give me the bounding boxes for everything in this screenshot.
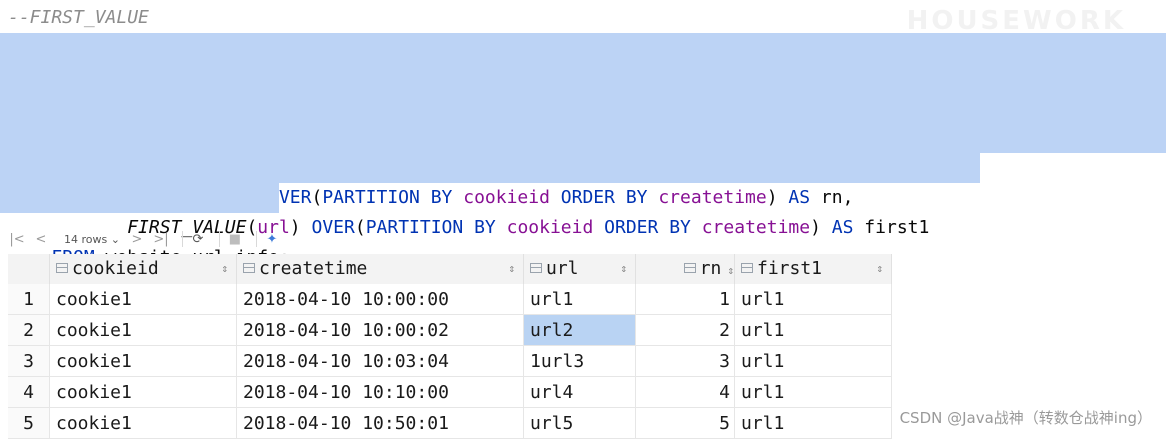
column-header-url[interactable]: url ⇕ [524,254,636,284]
sort-icon[interactable]: ⇕ [620,254,627,284]
cell-createtime[interactable]: 2018-04-10 10:10:00 [237,377,524,408]
cell-first1[interactable]: url1 [735,377,892,408]
sort-icon[interactable]: ⇕ [221,254,228,284]
cell-url[interactable]: url1 [524,284,636,315]
column-label: cookieid [72,258,159,279]
pin-icon[interactable]: ✦ [263,230,281,248]
cell-cookieid[interactable]: cookie1 [50,346,237,377]
results-toolbar: |< < 14 rows ⌄ > >| ⟳ ■ ✦ [8,224,1158,254]
column-icon [56,263,68,273]
cell-first1[interactable]: url1 [735,408,892,439]
cell-createtime[interactable]: 2018-04-10 10:50:01 [237,408,524,439]
column-label: rn [699,258,722,279]
cell-rn[interactable]: 4 [636,377,735,408]
first-page-icon[interactable]: |< [8,230,26,248]
cell-createtime[interactable]: 2018-04-10 10:00:00 [237,284,524,315]
row-number: 1 [8,284,50,315]
cell-first1[interactable]: url1 [735,315,892,346]
last-page-icon[interactable]: >| [152,230,170,248]
editor-watermark: HOUSEWORK [906,6,1126,36]
code-line-6[interactable]: FROM website_url_info; [0,183,290,268]
sql-editor[interactable]: HOUSEWORK --FIRST_VALUE SELECT cookieid,… [0,0,1166,268]
column-header-first1[interactable]: first1 ⇕ [735,254,892,284]
cell-url[interactable]: 1url3 [524,346,636,377]
rownum-header [8,254,50,284]
column-header-createtime[interactable]: createtime ⇕ [237,254,524,284]
column-header-cookieid[interactable]: cookieid ⇕ [50,254,237,284]
sort-icon[interactable]: ⇕ [508,254,515,284]
cell-cookieid[interactable]: cookie1 [50,284,237,315]
row-number: 2 [8,315,50,346]
row-number: 4 [8,377,50,408]
rows-count-label: 14 rows [64,232,108,246]
code-line-5[interactable]: FIRST_VALUE(url) OVER(PARTITION BY cooki… [0,153,980,238]
cell-cookieid[interactable]: cookie1 [50,408,237,439]
code-line-2[interactable]: createtime, [0,63,1166,148]
csdn-watermark: CSDN @Java战神（转数仓战神ing） [899,409,1152,427]
cell-rn[interactable]: 1 [636,284,735,315]
sort-icon[interactable]: ⇕ [727,264,734,277]
column-header-rn[interactable]: rn ⇕ [636,254,735,284]
column-label: first1 [757,258,823,279]
row-number: 5 [8,408,50,439]
code-line-3[interactable]: url, [0,93,1166,178]
column-icon [683,263,696,273]
sort-icon[interactable]: ⇕ [876,254,883,284]
column-icon [741,263,753,273]
cell-rn[interactable]: 3 [636,346,735,377]
column-icon [243,263,255,273]
column-icon [530,263,542,273]
cell-cookieid[interactable]: cookie1 [50,315,237,346]
next-page-icon[interactable]: > [128,230,146,248]
cell-cookieid[interactable]: cookie1 [50,377,237,408]
prev-page-icon[interactable]: < [32,230,50,248]
column-label: createtime [259,258,368,279]
cell-url[interactable]: url4 [524,377,636,408]
stop-icon[interactable]: ■ [226,230,244,248]
cell-rn[interactable]: 2 [636,315,735,346]
cell-url[interactable]: url2 [524,315,636,346]
toolbar-divider [181,231,183,247]
rows-count-dropdown[interactable]: 14 rows ⌄ [64,233,120,246]
cell-first1[interactable]: url1 [735,346,892,377]
column-label: url [546,258,579,279]
refresh-icon[interactable]: ⟳ [189,230,207,248]
cell-url[interactable]: url5 [524,408,636,439]
chevron-down-icon: ⌄ [110,232,120,246]
cell-first1[interactable]: url1 [735,284,892,315]
code-line-1[interactable]: SELECT cookieid, [0,33,1166,119]
code-line-4[interactable]: ROW_NUMBER() OVER(PARTITION BY cookieid … [0,123,1166,208]
row-number: 3 [8,346,50,377]
cell-createtime[interactable]: 2018-04-10 10:03:04 [237,346,524,377]
toolbar-divider [255,231,257,247]
code-comment: --FIRST_VALUE [8,7,149,28]
cell-createtime[interactable]: 2018-04-10 10:00:02 [237,315,524,346]
toolbar-divider [218,231,220,247]
cell-rn[interactable]: 5 [636,408,735,439]
